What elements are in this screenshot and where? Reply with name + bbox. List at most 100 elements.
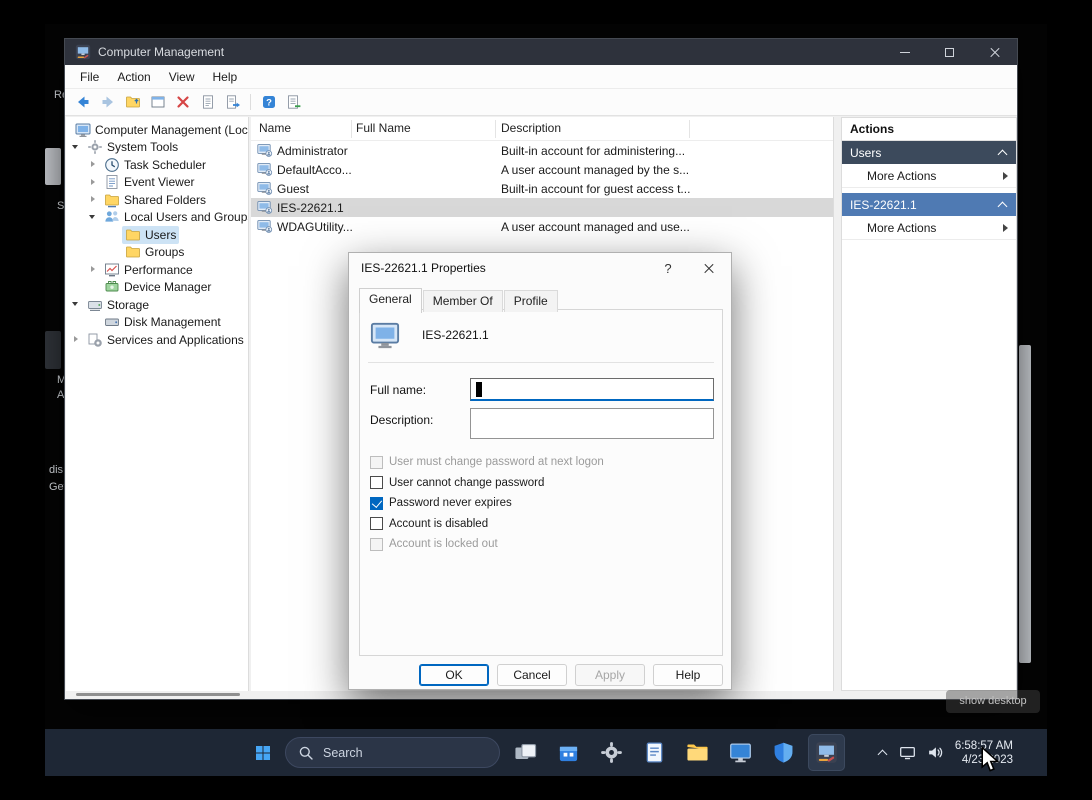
store-taskbar-button[interactable] (550, 734, 587, 771)
chevron-right-icon[interactable] (89, 178, 98, 187)
chevron-right-icon[interactable] (89, 195, 98, 204)
file-explorer-taskbar-button[interactable] (679, 734, 716, 771)
cancel-button[interactable]: Cancel (497, 664, 567, 686)
tab-member-of[interactable]: Member Of (422, 290, 503, 312)
tree-horizontal-scrollbar[interactable] (76, 693, 240, 696)
account-name: IES-22621.1 (422, 328, 489, 342)
cell-description: Built-in account for administering... (501, 143, 686, 158)
search-label: Search (323, 745, 363, 760)
tray-chevron-up-icon[interactable] (878, 748, 888, 758)
tree-item-system-tools[interactable]: System Tools (66, 139, 248, 157)
column-separator[interactable] (351, 120, 352, 138)
toolbar-delete-button[interactable] (171, 91, 194, 114)
tree-item-local-users-and-groups[interactable]: Local Users and Groups (66, 209, 248, 227)
toolbar-export-button[interactable] (282, 91, 305, 114)
menu-view[interactable]: View (160, 67, 204, 87)
windows-logo-icon (255, 745, 271, 761)
chevron-right-icon[interactable] (72, 335, 81, 344)
maximize-button[interactable] (927, 39, 972, 65)
chevron-up-icon (998, 200, 1008, 210)
forward-icon (100, 94, 116, 110)
column-header-full-name[interactable]: Full Name (356, 121, 411, 135)
actions-section-users[interactable]: Users (842, 141, 1016, 164)
mouse-cursor (980, 745, 1000, 779)
tree-item-storage[interactable]: Storage (66, 296, 248, 314)
tree-item-shared-folders[interactable]: Shared Folders (66, 191, 248, 209)
dialog-titlebar[interactable]: IES-22621.1 Properties ? (349, 253, 731, 283)
table-row-defaultacco[interactable]: DefaultAcco... A user account managed by … (251, 160, 833, 179)
tab-profile[interactable]: Profile (503, 290, 558, 312)
toolbar-back-button[interactable] (71, 91, 94, 114)
display-taskbar-button[interactable] (722, 734, 759, 771)
task-view-taskbar-button[interactable] (507, 734, 544, 771)
checkbox-user-must-change-password-at-next-logon: User must change password at next logon (370, 452, 604, 473)
chevron-right-icon[interactable] (89, 265, 98, 274)
checkbox-account-is-disabled[interactable]: Account is disabled (370, 514, 604, 535)
more-actions-ies-22621-1[interactable]: More Actions (842, 216, 1016, 240)
notepad-taskbar-button[interactable] (636, 734, 673, 771)
close-button[interactable] (972, 39, 1017, 65)
chevron-right-icon[interactable] (89, 160, 98, 169)
background-scrollbar[interactable] (1019, 345, 1031, 663)
chevron-down-icon[interactable] (89, 213, 98, 222)
ok-button[interactable]: OK (419, 664, 489, 686)
tree-item-task-scheduler[interactable]: Task Scheduler (66, 156, 248, 174)
tree-item-event-viewer[interactable]: Event Viewer (66, 174, 248, 192)
tab-general[interactable]: General (359, 288, 422, 313)
toolbar-open-folder-button[interactable] (121, 91, 144, 114)
menu-action[interactable]: Action (108, 67, 159, 87)
tree-item-label: Performance (124, 262, 193, 277)
minimize-button[interactable] (882, 39, 927, 65)
tree-item-device-manager[interactable]: Device Manager (66, 279, 248, 297)
toolbar-doc-button[interactable] (196, 91, 219, 114)
tree-item-groups[interactable]: Groups (66, 244, 248, 262)
computer-management-taskbar-button[interactable] (808, 734, 845, 771)
network-icon[interactable] (899, 744, 916, 761)
chevron-down-icon[interactable] (72, 143, 81, 152)
column-separator[interactable] (689, 120, 690, 138)
table-row-administrator[interactable]: Administrator Built-in account for admini… (251, 141, 833, 160)
checkbox-user-cannot-change-password[interactable]: User cannot change password (370, 473, 604, 494)
dialog-close-button[interactable] (687, 253, 731, 283)
full-name-input[interactable] (470, 378, 714, 401)
menu-file[interactable]: File (71, 67, 108, 87)
desktop-text-fragment: dis (49, 464, 64, 476)
table-row-wdagutility[interactable]: WDAGUtility... A user account managed and… (251, 217, 833, 236)
table-row-ies-22621-1[interactable]: IES-22621.1 (251, 198, 833, 217)
actions-section-ies-22621-1[interactable]: IES-22621.1 (842, 193, 1016, 216)
file-explorer-icon (686, 741, 709, 764)
window-titlebar[interactable]: Computer Management (65, 39, 1017, 65)
checkbox-box (370, 517, 383, 531)
tree-item-performance[interactable]: Performance (66, 261, 248, 279)
toolbar-forward-button[interactable] (96, 91, 119, 114)
tree-item-disk-management[interactable]: Disk Management (66, 314, 248, 332)
help-button[interactable]: Help (653, 664, 723, 686)
defender-taskbar-button[interactable] (765, 734, 802, 771)
svg-text:?: ? (266, 98, 272, 109)
general-tab-page: IES-22621.1 Full name: Description: User… (359, 309, 723, 656)
column-header-name[interactable]: Name (259, 121, 291, 135)
tree-item-label: Task Scheduler (124, 157, 207, 172)
toolbar-window-button[interactable] (146, 91, 169, 114)
cell-name: Administrator (277, 143, 348, 158)
settings-taskbar-button[interactable] (593, 734, 630, 771)
checkbox-password-never-expires[interactable]: Password never expires (370, 493, 604, 514)
table-row-guest[interactable]: Guest Built-in account for guest access t… (251, 179, 833, 198)
tree-item-computer-management-local[interactable]: Computer Management (Local (66, 121, 248, 139)
tree-item-users[interactable]: Users (66, 225, 248, 244)
toolbar-doc2-button[interactable] (221, 91, 244, 114)
volume-icon[interactable] (927, 744, 944, 761)
event-viewer-icon (104, 174, 120, 190)
column-separator[interactable] (495, 120, 496, 138)
toolbar-help-button[interactable]: ? (257, 91, 280, 114)
desktop-icon-artifact (45, 331, 61, 369)
chevron-down-icon[interactable] (72, 300, 81, 309)
menu-help[interactable]: Help (204, 67, 247, 87)
tree-item-services-and-applications[interactable]: Services and Applications (66, 331, 248, 349)
dialog-help-button[interactable]: ? (649, 253, 687, 283)
column-header-description[interactable]: Description (501, 121, 561, 135)
description-input[interactable] (470, 408, 714, 439)
more-actions-users[interactable]: More Actions (842, 164, 1016, 188)
taskbar-search[interactable]: Search (285, 737, 500, 768)
start-button[interactable] (250, 740, 276, 766)
